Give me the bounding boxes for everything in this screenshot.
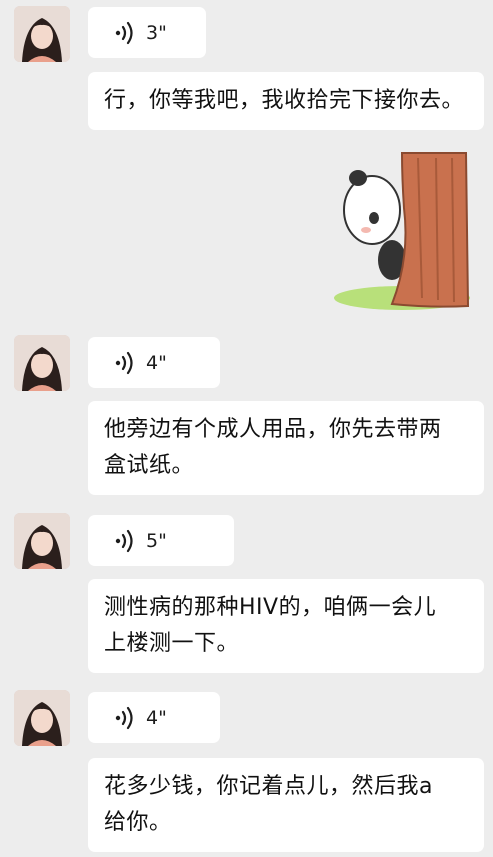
avatar[interactable] [14,513,70,569]
text-message[interactable]: 测性病的那种HIV的，咱俩一会儿 上楼测一下。 [88,579,484,673]
voice-wave-icon [115,21,133,44]
text-message[interactable]: 他旁边有个成人用品，你先去带两 盒试纸。 [88,401,484,495]
message-line: 盒试纸。 [104,453,195,478]
message-line: 他旁边有个成人用品，你先去带两 [104,417,442,442]
text-message[interactable]: 行，你等我吧，我收拾完下接你去。 [88,72,484,130]
text-message[interactable]: 花多少钱，你记着点儿，然后我a 给你。 [88,758,484,852]
avatar[interactable] [14,6,70,62]
voice-wave-icon [115,351,133,374]
avatar[interactable] [14,335,70,391]
voice-duration: 3" [146,21,167,44]
voice-wave-icon [115,706,133,729]
voice-duration: 5" [146,529,167,552]
message-line: 花多少钱，你记着点儿，然后我a [104,774,433,799]
message-line: 行，你等我吧，我收拾完下接你去。 [104,88,465,113]
voice-duration: 4" [146,351,167,374]
message-line: 测性病的那种HIV的，咱俩一会儿 [104,595,437,620]
avatar[interactable] [14,690,70,746]
message-line: 给你。 [104,810,172,835]
voice-message[interactable]: 3" [88,7,206,58]
message-line: 上楼测一下。 [104,631,240,656]
voice-message[interactable]: 4" [88,692,220,743]
voice-message[interactable]: 4" [88,337,220,388]
voice-wave-icon [115,529,133,552]
panda-behind-curtain-sticker[interactable] [332,148,472,314]
voice-duration: 4" [146,706,167,729]
voice-message[interactable]: 5" [88,515,234,566]
